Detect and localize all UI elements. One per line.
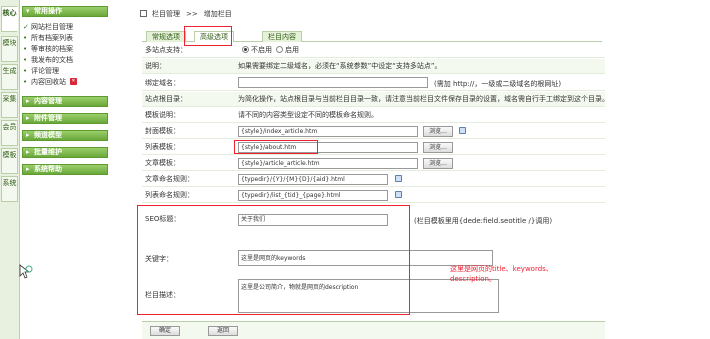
radio-disable[interactable]: [242, 46, 249, 53]
sidebar-item-my-docs[interactable]: • 我发布的文档: [23, 56, 108, 64]
vtab-collect[interactable]: 采集: [1, 92, 18, 118]
radio-enable[interactable]: [276, 46, 283, 53]
vtab-core[interactable]: 核心: [1, 6, 18, 32]
sidebar-group-batch[interactable]: ▸ 批量维护: [22, 147, 108, 158]
annotation-note: 这里是网页的title、keywords、 description。: [450, 265, 553, 283]
sidebar-group-help[interactable]: ▸ 系统帮助: [22, 164, 108, 175]
form-footer: 确定 返回: [142, 321, 605, 339]
breadcrumb-category[interactable]: 栏目管理: [152, 10, 180, 18]
delete-badge-icon: ✕: [70, 78, 77, 85]
row-list-rule: 列表命名规则： {typedir}/list_{tid}_{page}.html: [142, 188, 605, 203]
vtab-system[interactable]: 系统: [1, 176, 18, 202]
chevron-right-icon: ▸: [26, 131, 30, 139]
row-article-rule: 文章命名规则： {typedir}/{Y}/{M}{D}/{aid}.html: [142, 172, 605, 187]
browse-button[interactable]: 浏览...: [423, 126, 453, 137]
row-article-template: 文章模板： {style}/article_article.htm 浏览...: [142, 156, 605, 171]
vtab-module[interactable]: 模块: [1, 36, 18, 62]
breadcrumb: 栏目管理 >> 增加栏目: [140, 9, 232, 19]
mouse-cursor-icon: [19, 264, 33, 279]
article-rule-input[interactable]: {typedir}/{Y}/{M}{D}/{aid}.html: [238, 174, 388, 185]
row-multisite: 多站点支持： 不启用 启用: [142, 43, 605, 58]
sidebar-item-comments[interactable]: • 评论管理: [23, 67, 108, 75]
vtab-member[interactable]: 会员: [1, 120, 18, 146]
row-template-note: 模板说明： 请不同的内容类型设定不同的模板命名规则。: [142, 108, 605, 123]
highlight-box-seo: [137, 205, 410, 315]
bullet-icon: •: [23, 34, 28, 42]
bullet-icon: •: [23, 45, 28, 53]
list-rule-input[interactable]: {typedir}/list_{tid}_{page}.html: [238, 190, 388, 201]
chevron-right-icon: ▸: [26, 165, 30, 173]
browse-button[interactable]: 浏览...: [423, 142, 453, 153]
row-index-template: 封面模板： {style}/index_article.htm 浏览...: [142, 124, 605, 139]
domain-input[interactable]: [238, 77, 428, 88]
chevron-down-icon: ▾: [26, 7, 30, 15]
ok-button[interactable]: 确定: [150, 326, 180, 336]
chevron-right-icon: ▸: [26, 114, 30, 122]
select-icon[interactable]: [459, 127, 466, 134]
sidebar-group-attach[interactable]: ▸ 附件管理: [22, 113, 108, 124]
row-rootdir: 站点根目录： 为简化操作，站点根目录与当前栏目目录一致，请注意当前栏目文件保存目…: [142, 92, 605, 107]
check-icon: ✓: [23, 23, 29, 31]
main-panel: 栏目管理 >> 增加栏目 常规选项 高级选项 栏目内容 多站点支持： 不启用 启用 说…: [137, 0, 710, 339]
sidebar-item-all-docs[interactable]: • 所有档案列表: [23, 34, 108, 42]
sidebar-group-channel[interactable]: ▸ 频道模型: [22, 130, 108, 141]
tab-general[interactable]: 常规选项: [146, 31, 186, 42]
vertical-tab-bar: 核心 模块 生成 采集 会员 模板 系统: [0, 0, 20, 339]
bullet-icon: •: [23, 67, 28, 75]
help-icon[interactable]: [395, 175, 402, 182]
chevron-right-icon: ▸: [26, 97, 30, 105]
tab-content[interactable]: 栏目内容: [262, 31, 302, 42]
breadcrumb-current: 增加栏目: [203, 10, 232, 18]
vtab-generate[interactable]: 生成: [1, 64, 18, 90]
highlight-box-list-template: [234, 140, 318, 154]
sidebar-item-category[interactable]: ✓ 网站栏目管理: [23, 23, 108, 31]
help-icon[interactable]: [395, 191, 402, 198]
index-template-input[interactable]: {style}/index_article.htm: [238, 126, 418, 137]
sidebar-group-common[interactable]: ▾ 常用操作: [22, 6, 108, 17]
sidebar-group-content[interactable]: ▸ 内容管理: [22, 96, 108, 107]
sidebar-item-pending[interactable]: • 等审核的档案: [23, 45, 108, 53]
sidebar: ▾ 常用操作 ✓ 网站栏目管理 • 所有档案列表 • 等审核的档案 • 我发布的文档 • 评…: [21, 0, 111, 200]
row-note: 说明： 如果需要绑定二级域名，必须在“系统参数”中设定“支持多站点”。: [142, 59, 605, 74]
sidebar-item-recycle[interactable]: • 内容回收站 ✕: [23, 78, 108, 86]
browse-button[interactable]: 浏览...: [423, 158, 453, 169]
row-domain: 绑定域名： (需加 http://，一级或二级域名的根网址): [142, 75, 605, 91]
back-button[interactable]: 返回: [208, 326, 238, 336]
row-list-template: 列表模板： {style}/about.htm 浏览...: [142, 140, 605, 155]
vtab-template[interactable]: 模板: [1, 148, 18, 174]
article-template-input[interactable]: {style}/article_article.htm: [238, 158, 418, 169]
chevron-right-icon: ▸: [26, 148, 30, 156]
bullet-icon: •: [23, 78, 28, 86]
bullet-icon: •: [23, 56, 28, 64]
page-icon: [140, 10, 147, 17]
